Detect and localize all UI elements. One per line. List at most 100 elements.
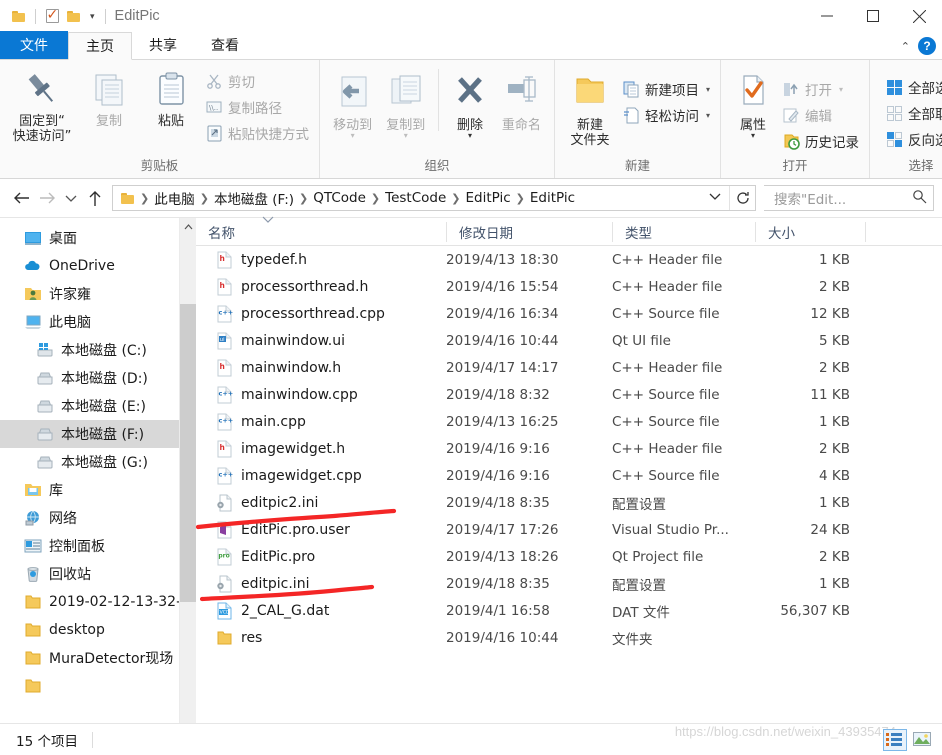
file-name-cell[interactable]: editpic.ini <box>196 575 446 593</box>
table-row[interactable]: editpic.ini 2019/4/18 8:35 配置设置 1 KB <box>196 570 942 597</box>
copy-path-button[interactable]: \\.. 复制路径 <box>202 95 313 119</box>
delete-button[interactable]: 删除 ▾ <box>445 69 495 140</box>
properties-button[interactable]: 属性 ▾ <box>727 69 779 140</box>
table-row[interactable]: h imagewidget.h 2019/4/16 9:16 C++ Heade… <box>196 435 942 462</box>
sidebar-item-drive-c[interactable]: 本地磁盘 (C:) <box>0 336 196 364</box>
easy-access-button[interactable]: 轻松访问 ▾ <box>619 103 714 127</box>
up-arrow-icon[interactable] <box>82 185 108 211</box>
chevron-down-icon[interactable]: ▾ <box>468 132 472 140</box>
sidebar-item-network[interactable]: 网络 <box>0 504 196 532</box>
tab-view[interactable]: 查看 <box>194 31 256 59</box>
edit-button[interactable]: 编辑 <box>779 103 863 127</box>
paste-button[interactable]: 粘贴 <box>140 65 202 129</box>
search-input[interactable]: 搜索"Edit... <box>774 188 846 208</box>
file-name-cell[interactable]: EditPic.pro.user <box>196 521 446 539</box>
sidebar-item-this-pc[interactable]: 此电脑 <box>0 308 196 336</box>
file-name-cell[interactable]: c++ main.cpp <box>196 413 446 431</box>
chevron-up-icon[interactable]: ⌃ <box>901 40 910 53</box>
file-name-cell[interactable]: h imagewidget.h <box>196 440 446 458</box>
breadcrumb-bar[interactable]: ❯ 此电脑 ❯ 本地磁盘 (F:) ❯ QTCode ❯ TestCode ❯ … <box>112 185 756 211</box>
new-item-button[interactable]: 新建项目 ▾ <box>619 77 714 101</box>
history-button[interactable]: 历史记录 <box>779 129 863 153</box>
large-icons-view-button[interactable] <box>912 730 934 750</box>
sidebar-scrollbar[interactable] <box>179 218 196 735</box>
search-box[interactable]: 搜索"Edit... <box>764 185 934 211</box>
new-folder-button[interactable]: 新建 文件夹 <box>561 69 619 148</box>
maximize-icon[interactable] <box>850 0 896 32</box>
breadcrumb-item-3[interactable]: TestCode <box>381 190 450 206</box>
file-name-cell[interactable]: h processorthread.h <box>196 278 446 296</box>
sidebar-item-desktop[interactable]: 桌面 <box>0 224 196 252</box>
chevron-down-icon[interactable]: ▾ <box>706 111 710 120</box>
table-row[interactable]: ui mainwindow.ui 2019/4/16 10:44 Qt UI f… <box>196 327 942 354</box>
column-header-date[interactable]: 修改日期 <box>446 221 612 242</box>
table-row[interactable]: c++ imagewidget.cpp 2019/4/16 9:16 C++ S… <box>196 462 942 489</box>
sidebar-item-folder-partial[interactable] <box>0 672 196 700</box>
sidebar-item-libraries[interactable]: 库 <box>0 476 196 504</box>
recent-locations-icon[interactable] <box>60 185 82 211</box>
file-name-cell[interactable]: c++ imagewidget.cpp <box>196 467 446 485</box>
cut-button[interactable]: 剪切 <box>202 69 313 93</box>
file-list-pane[interactable]: 名称 修改日期 类型 大小 h typedef.h 2019/4/13 18:3… <box>195 216 942 735</box>
copy-button[interactable]: 复制 <box>78 65 140 129</box>
tab-share[interactable]: 共享 <box>132 31 194 59</box>
sidebar-item-drive-e[interactable]: 本地磁盘 (E:) <box>0 392 196 420</box>
close-icon[interactable] <box>896 0 942 32</box>
table-row[interactable]: c++ main.cpp 2019/4/13 16:25 C++ Source … <box>196 408 942 435</box>
file-name-cell[interactable]: pro EditPic.pro <box>196 548 446 566</box>
table-row[interactable]: EditPic.pro.user 2019/4/17 17:26 Visual … <box>196 516 942 543</box>
copy-to-button[interactable]: 复制到 ▾ <box>379 69 432 140</box>
column-header-size[interactable]: 大小 <box>755 221 865 242</box>
sidebar-item-drive-f[interactable]: 本地磁盘 (F:) <box>0 420 196 448</box>
file-name-cell[interactable]: ui mainwindow.ui <box>196 332 446 350</box>
file-name-cell[interactable]: VCD 2_CAL_G.dat <box>196 602 446 620</box>
navigation-pane[interactable]: 桌面 OneDrive 许家雍 此电脑 本地磁盘 (C:) 本地磁盘 (D:) … <box>0 218 196 735</box>
sidebar-item-folder-desktop[interactable]: desktop <box>0 616 196 644</box>
file-name-cell[interactable]: h typedef.h <box>196 251 446 269</box>
move-to-button[interactable]: 移动到 ▾ <box>326 69 379 140</box>
chevron-down-icon[interactable]: ▾ <box>404 132 408 140</box>
breadcrumb-item-4[interactable]: EditPic <box>462 190 515 206</box>
chevron-up-icon[interactable] <box>180 218 196 235</box>
select-none-button[interactable]: 全部取消 <box>882 101 942 125</box>
file-name-cell[interactable]: h mainwindow.h <box>196 359 446 377</box>
breadcrumb-item-0[interactable]: 此电脑 <box>150 188 199 208</box>
sidebar-item-control-panel[interactable]: 控制面板 <box>0 532 196 560</box>
table-row[interactable]: h typedef.h 2019/4/13 18:30 C++ Header f… <box>196 246 942 273</box>
column-header-type[interactable]: 类型 <box>612 221 755 242</box>
back-arrow-icon[interactable] <box>8 185 34 211</box>
chevron-down-icon[interactable]: ▾ <box>351 132 355 140</box>
scrollbar-thumb[interactable] <box>180 304 196 602</box>
tab-home[interactable]: 主页 <box>68 32 132 60</box>
new-folder-icon[interactable] <box>63 4 85 28</box>
folder-icon[interactable] <box>8 4 30 28</box>
chevron-down-icon[interactable]: ▾ <box>706 85 710 94</box>
rename-button[interactable]: 重命名 <box>495 69 548 133</box>
paste-shortcut-button[interactable]: 粘贴快捷方式 <box>202 121 313 145</box>
column-header-name[interactable]: 名称 <box>196 222 446 242</box>
column-header-extra[interactable] <box>865 221 942 242</box>
sidebar-item-drive-d[interactable]: 本地磁盘 (D:) <box>0 364 196 392</box>
refresh-icon[interactable] <box>729 186 755 210</box>
table-row[interactable]: h processorthread.h 2019/4/16 15:54 C++ … <box>196 273 942 300</box>
file-name-cell[interactable]: res <box>196 629 446 647</box>
properties-check-icon[interactable] <box>41 4 63 28</box>
chevron-down-icon[interactable] <box>701 192 729 204</box>
forward-arrow-icon[interactable] <box>34 185 60 211</box>
file-name-cell[interactable]: c++ processorthread.cpp <box>196 305 446 323</box>
tab-file[interactable]: 文件 <box>0 31 68 59</box>
table-row[interactable]: c++ mainwindow.cpp 2019/4/18 8:32 C++ So… <box>196 381 942 408</box>
table-row[interactable]: VCD 2_CAL_G.dat 2019/4/1 16:58 DAT 文件 56… <box>196 597 942 624</box>
search-icon[interactable] <box>912 189 927 207</box>
help-icon[interactable]: ? <box>918 37 936 55</box>
select-all-button[interactable]: 全部选择 <box>882 75 942 99</box>
details-view-button[interactable] <box>883 728 907 751</box>
sidebar-item-onedrive[interactable]: OneDrive <box>0 252 196 280</box>
chevron-down-icon[interactable]: ▾ <box>839 85 843 94</box>
invert-selection-button[interactable]: 反向选择 <box>882 127 942 151</box>
minimize-icon[interactable] <box>804 0 850 32</box>
breadcrumb-item-5[interactable]: EditPic <box>526 190 579 206</box>
file-name-cell[interactable]: editpic2.ini <box>196 494 446 512</box>
table-row[interactable]: h mainwindow.h 2019/4/17 14:17 C++ Heade… <box>196 354 942 381</box>
sidebar-item-folder-muradetector[interactable]: MuraDetector现场 <box>0 644 196 672</box>
